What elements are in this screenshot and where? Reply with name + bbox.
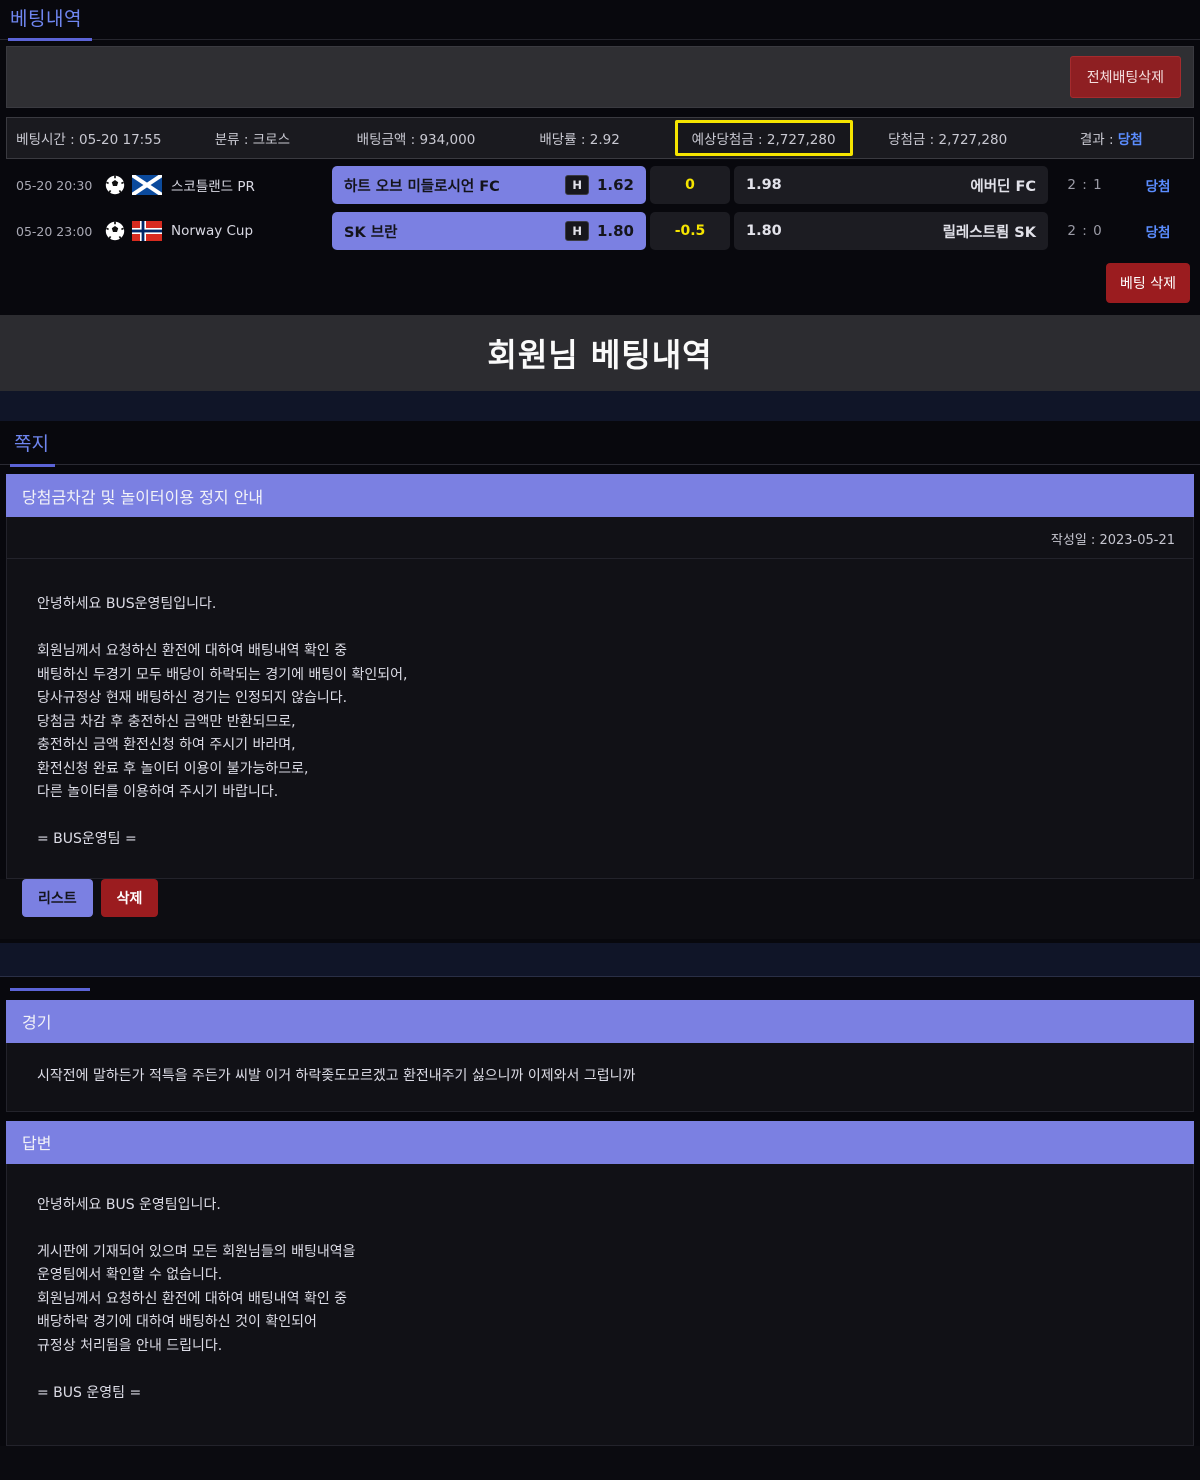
note-tabbar: 쪽지: [0, 421, 1200, 467]
summary-expected-payout: 예상당첨금 : 2,727,280: [674, 120, 853, 156]
pick-team-name: 하트 오브 미들로시언 FC: [344, 178, 500, 195]
summary-bet-type: 분류 : 크로스: [214, 132, 290, 148]
qna-section: 경기 시작전에 말하든가 적특을 주든가 씨발 이거 하락좆도모르겠고 환전내주…: [0, 976, 1200, 1446]
match-result: 당첨: [1145, 225, 1171, 241]
note-body: 작성일 : 2023-05-21 안녕하세요 BUS운영팀입니다. 회원님께서 …: [6, 517, 1194, 879]
delete-bet-row: 베팅 삭제: [0, 255, 1200, 315]
note-date: 작성일 : 2023-05-21: [7, 517, 1193, 559]
section-divider-2: [0, 942, 1200, 977]
match-league: Norway Cup: [132, 221, 332, 241]
match-score: 2 : 1: [1067, 177, 1103, 193]
match-league-label: 스코틀랜드 PR: [171, 179, 255, 195]
match-league: 스코틀랜드 PR: [132, 175, 332, 195]
qna-question-text: 시작전에 말하든가 적특을 주든가 씨발 이거 하락좆도모르겠고 환전내주기 싫…: [37, 1067, 636, 1084]
opponent-team-name: 릴레스트룀 SK: [942, 224, 1036, 241]
summary-result-label: 결과 :: [1079, 132, 1118, 148]
selected-pick[interactable]: 하트 오브 미들로시언 FC H 1.62: [332, 166, 646, 204]
pick-team-name: SK 브란: [344, 224, 398, 241]
qna-answer-header: 답변: [6, 1120, 1194, 1164]
betting-history-page: 베팅내역 전체배팅삭제 베팅시간 : 05-20 17:55 분류 : 크로스 …: [0, 0, 1200, 1446]
opponent-option[interactable]: 1.80 릴레스트룀 SK: [734, 212, 1048, 250]
betting-tabbar: 베팅내역: [0, 0, 1200, 41]
summary-bet-amount: 배팅금액 : 934,000: [356, 132, 476, 148]
pick-odds-group: H 1.80: [565, 221, 634, 241]
note-message-text: 안녕하세요 BUS운영팀입니다. 회원님께서 요청하신 환전에 대하여 배팅내역…: [37, 596, 408, 847]
tab-note[interactable]: 쪽지: [10, 421, 61, 467]
note-actions: 리스트 삭제: [0, 878, 1200, 939]
handicap-badge-icon: H: [565, 175, 589, 195]
match-score: 2 : 0: [1067, 223, 1103, 239]
pick-odds-value: 1.62: [596, 176, 634, 194]
pick-odds-group: H 1.62: [565, 175, 634, 195]
bet-summary-bar: 베팅시간 : 05-20 17:55 분류 : 크로스 배팅금액 : 934,0…: [6, 117, 1194, 159]
summary-total-odds: 배당률 : 2.92: [539, 132, 620, 148]
opponent-odds-value: 1.80: [746, 223, 782, 239]
qna-answer-body: 안녕하세요 BUS 운영팀입니다. 게시판에 기재되어 있으며 모든 회원님들의…: [6, 1163, 1194, 1446]
qna-question-body: 시작전에 말하든가 적특을 주든가 씨발 이거 하락좆도모르겠고 환전내주기 싫…: [6, 1042, 1194, 1112]
table-row: 05-20 23:00 Norway Cup SK 브란 H 1.80 -0.5…: [6, 209, 1194, 253]
handicap-value: -0.5: [650, 212, 730, 250]
page-title: 회원님 베팅내역: [0, 315, 1200, 391]
section-divider: [0, 391, 1200, 421]
match-list: 05-20 20:30 스코틀랜드 PR 하트 오브 미들로시언 FC H 1.…: [0, 159, 1200, 253]
table-row: 05-20 20:30 스코틀랜드 PR 하트 오브 미들로시언 FC H 1.…: [6, 163, 1194, 207]
qna-tab-indicator[interactable]: [0, 976, 1200, 991]
opponent-option[interactable]: 1.98 에버딘 FC: [734, 166, 1048, 204]
handicap-badge-icon: H: [565, 221, 589, 241]
betting-toolbar: 전체배팅삭제: [6, 46, 1194, 108]
note-section: 쪽지 당첨금차감 및 놀이터이용 정지 안내 작성일 : 2023-05-21 …: [0, 421, 1200, 943]
tab-betting-history[interactable]: 베팅내역: [0, 0, 96, 41]
match-time: 05-20 20:30: [16, 177, 93, 193]
norway-flag-icon: [132, 221, 162, 241]
scotland-flag-icon: [132, 175, 162, 195]
delete-all-bets-button[interactable]: 전체배팅삭제: [1069, 56, 1181, 98]
qna-answer-text: 안녕하세요 BUS 운영팀입니다. 게시판에 기재되어 있으며 모든 회원님들의…: [37, 1196, 356, 1401]
opponent-odds-value: 1.98: [746, 177, 782, 193]
delete-bet-button[interactable]: 베팅 삭제: [1106, 263, 1190, 303]
soccer-ball-icon: [98, 221, 132, 241]
summary-expected-payout-wrapper: 예상당첨금 : 2,727,280: [661, 120, 865, 156]
opponent-team-name: 에버딘 FC: [970, 178, 1036, 195]
summary-bet-time: 베팅시간 : 05-20 17:55: [16, 132, 162, 148]
note-subject: 당첨금차감 및 놀이터이용 정지 안내: [6, 474, 1194, 517]
pick-odds-value: 1.80: [596, 222, 634, 240]
handicap-value: 0: [650, 166, 730, 204]
qna-question-header: 경기: [6, 999, 1194, 1043]
match-time: 05-20 23:00: [16, 223, 93, 239]
delete-button[interactable]: 삭제: [100, 878, 159, 917]
match-result: 당첨: [1145, 179, 1171, 195]
selected-pick[interactable]: SK 브란 H 1.80: [332, 212, 646, 250]
betting-section: 베팅내역 전체배팅삭제 베팅시간 : 05-20 17:55 분류 : 크로스 …: [0, 0, 1200, 315]
match-league-label: Norway Cup: [171, 223, 254, 239]
summary-payout: 당첨금 : 2,727,280: [888, 132, 1008, 148]
list-button[interactable]: 리스트: [22, 878, 93, 917]
summary-result-value: 당첨: [1117, 132, 1143, 148]
soccer-ball-icon: [98, 175, 132, 195]
summary-result: 결과 : 당첨: [1029, 128, 1193, 148]
